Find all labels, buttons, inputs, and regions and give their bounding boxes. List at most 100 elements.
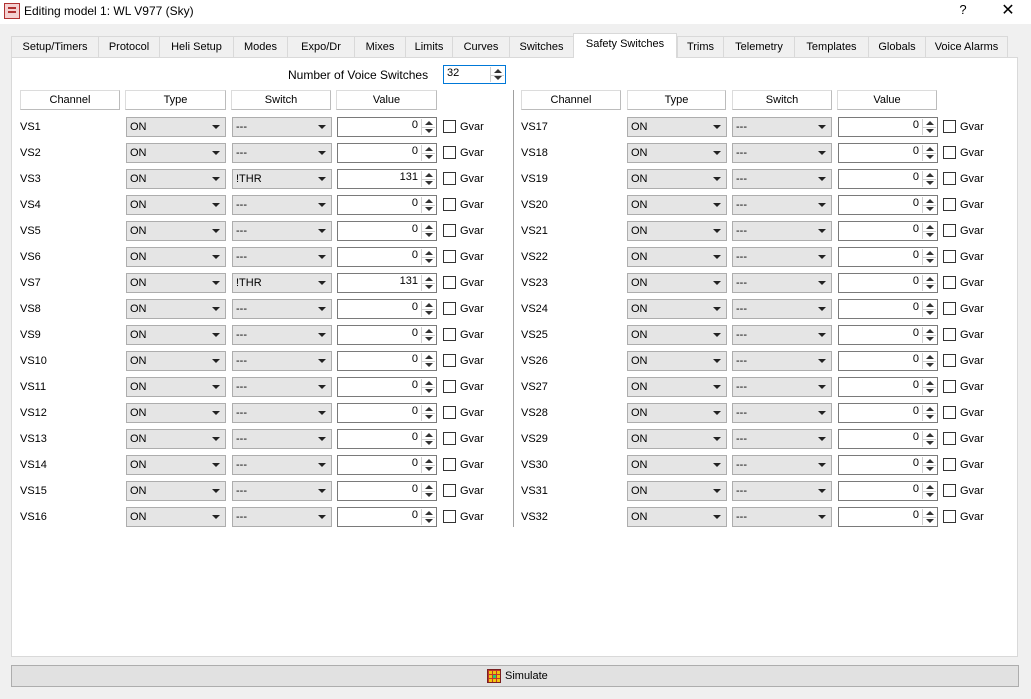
value-spinbox[interactable]: 0	[838, 247, 938, 267]
switch-dropdown[interactable]: ---	[732, 455, 832, 475]
type-dropdown[interactable]: ON	[126, 325, 226, 345]
switch-dropdown[interactable]: ---	[232, 299, 332, 319]
switch-dropdown[interactable]: !THR	[232, 273, 332, 293]
switch-dropdown[interactable]: ---	[232, 247, 332, 267]
value-spinbox[interactable]: 0	[838, 273, 938, 293]
gvar-checkbox[interactable]	[443, 250, 456, 263]
switch-dropdown[interactable]: ---	[732, 351, 832, 371]
value-spinbox[interactable]: 0	[838, 195, 938, 215]
value-spinbox[interactable]: 0	[337, 377, 437, 397]
tab-switches[interactable]: Switches	[509, 36, 574, 57]
gvar-checkbox[interactable]	[943, 328, 956, 341]
type-dropdown[interactable]: ON	[126, 273, 226, 293]
value-spinbox[interactable]: 131	[337, 273, 437, 293]
switch-dropdown[interactable]: ---	[232, 377, 332, 397]
switch-dropdown[interactable]: ---	[232, 325, 332, 345]
value-spinbox[interactable]: 0	[838, 481, 938, 501]
gvar-checkbox[interactable]	[943, 484, 956, 497]
type-dropdown[interactable]: ON	[627, 247, 727, 267]
switch-dropdown[interactable]: ---	[232, 195, 332, 215]
gvar-checkbox[interactable]	[443, 198, 456, 211]
gvar-checkbox[interactable]	[443, 432, 456, 445]
switch-dropdown[interactable]: !THR	[232, 169, 332, 189]
type-dropdown[interactable]: ON	[627, 351, 727, 371]
tab-limits[interactable]: Limits	[405, 36, 453, 57]
tab-heli-setup[interactable]: Heli Setup	[159, 36, 234, 57]
gvar-checkbox[interactable]	[943, 510, 956, 523]
switch-dropdown[interactable]: ---	[232, 429, 332, 449]
switch-dropdown[interactable]: ---	[232, 117, 332, 137]
type-dropdown[interactable]: ON	[627, 455, 727, 475]
gvar-checkbox[interactable]	[443, 276, 456, 289]
value-spinbox[interactable]: 131	[337, 169, 437, 189]
switch-dropdown[interactable]: ---	[732, 403, 832, 423]
value-spinbox[interactable]: 0	[337, 143, 437, 163]
value-spinbox[interactable]: 0	[838, 299, 938, 319]
gvar-checkbox[interactable]	[443, 458, 456, 471]
gvar-checkbox[interactable]	[943, 224, 956, 237]
switch-dropdown[interactable]: ---	[732, 169, 832, 189]
switch-dropdown[interactable]: ---	[232, 143, 332, 163]
type-dropdown[interactable]: ON	[126, 455, 226, 475]
type-dropdown[interactable]: ON	[126, 195, 226, 215]
value-spinbox[interactable]: 0	[337, 403, 437, 423]
gvar-checkbox[interactable]	[943, 198, 956, 211]
type-dropdown[interactable]: ON	[627, 507, 727, 527]
type-dropdown[interactable]: ON	[126, 507, 226, 527]
value-spinbox[interactable]: 0	[337, 221, 437, 241]
gvar-checkbox[interactable]	[943, 250, 956, 263]
value-spinbox[interactable]: 0	[838, 351, 938, 371]
gvar-checkbox[interactable]	[443, 302, 456, 315]
gvar-checkbox[interactable]	[943, 380, 956, 393]
gvar-checkbox[interactable]	[443, 224, 456, 237]
type-dropdown[interactable]: ON	[126, 377, 226, 397]
value-spinbox[interactable]: 0	[337, 195, 437, 215]
tab-mixes[interactable]: Mixes	[354, 36, 406, 57]
tab-globals[interactable]: Globals	[868, 36, 926, 57]
value-spinbox[interactable]: 0	[337, 299, 437, 319]
type-dropdown[interactable]: ON	[627, 325, 727, 345]
tab-protocol[interactable]: Protocol	[98, 36, 160, 57]
type-dropdown[interactable]: ON	[627, 377, 727, 397]
type-dropdown[interactable]: ON	[627, 299, 727, 319]
value-spinbox[interactable]: 0	[838, 221, 938, 241]
voice-switches-count-spinbox[interactable]: 32	[443, 65, 506, 84]
type-dropdown[interactable]: ON	[126, 403, 226, 423]
gvar-checkbox[interactable]	[943, 146, 956, 159]
gvar-checkbox[interactable]	[943, 458, 956, 471]
type-dropdown[interactable]: ON	[627, 403, 727, 423]
type-dropdown[interactable]: ON	[126, 351, 226, 371]
tab-voice-alarms[interactable]: Voice Alarms	[925, 36, 1008, 57]
tab-modes[interactable]: Modes	[233, 36, 288, 57]
switch-dropdown[interactable]: ---	[732, 429, 832, 449]
value-spinbox[interactable]: 0	[337, 455, 437, 475]
value-spinbox[interactable]: 0	[838, 377, 938, 397]
type-dropdown[interactable]: ON	[627, 117, 727, 137]
type-dropdown[interactable]: ON	[627, 273, 727, 293]
value-spinbox[interactable]: 0	[337, 481, 437, 501]
type-dropdown[interactable]: ON	[627, 169, 727, 189]
switch-dropdown[interactable]: ---	[732, 481, 832, 501]
type-dropdown[interactable]: ON	[627, 221, 727, 241]
gvar-checkbox[interactable]	[943, 120, 956, 133]
value-spinbox[interactable]: 0	[838, 143, 938, 163]
type-dropdown[interactable]: ON	[126, 481, 226, 501]
gvar-checkbox[interactable]	[443, 354, 456, 367]
value-spinbox[interactable]: 0	[337, 247, 437, 267]
gvar-checkbox[interactable]	[443, 120, 456, 133]
switch-dropdown[interactable]: ---	[232, 221, 332, 241]
gvar-checkbox[interactable]	[943, 406, 956, 419]
tab-setup-timers[interactable]: Setup/Timers	[11, 36, 99, 57]
switch-dropdown[interactable]: ---	[732, 299, 832, 319]
gvar-checkbox[interactable]	[443, 328, 456, 341]
value-spinbox[interactable]: 0	[337, 507, 437, 527]
switch-dropdown[interactable]: ---	[232, 507, 332, 527]
tab-telemetry[interactable]: Telemetry	[723, 36, 795, 57]
type-dropdown[interactable]: ON	[627, 429, 727, 449]
type-dropdown[interactable]: ON	[126, 143, 226, 163]
value-spinbox[interactable]: 0	[838, 117, 938, 137]
tab-expo-dr[interactable]: Expo/Dr	[287, 36, 355, 57]
type-dropdown[interactable]: ON	[126, 429, 226, 449]
value-spinbox[interactable]: 0	[337, 351, 437, 371]
gvar-checkbox[interactable]	[943, 432, 956, 445]
